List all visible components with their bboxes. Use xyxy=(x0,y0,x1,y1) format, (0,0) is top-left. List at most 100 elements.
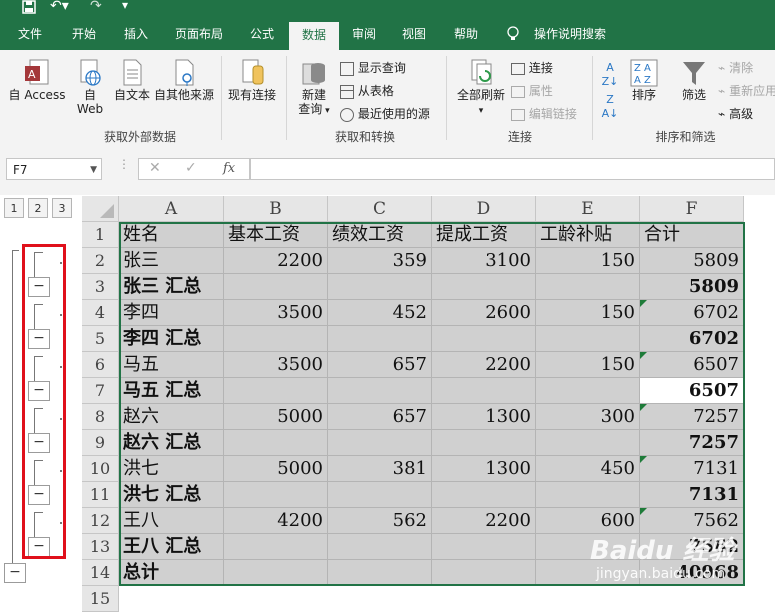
formula-bar-grip-icon[interactable]: ⋮ xyxy=(118,158,130,170)
cell-e3[interactable] xyxy=(536,274,640,300)
cell-e8[interactable]: 300 xyxy=(536,404,640,430)
row-header[interactable]: 4 xyxy=(82,300,119,326)
row-header[interactable]: 2 xyxy=(82,248,119,274)
cell-f9[interactable]: 7257 xyxy=(640,430,744,456)
cell-b10[interactable]: 5000 xyxy=(224,456,328,482)
insert-function-icon[interactable]: fx xyxy=(223,161,235,176)
cell-a8[interactable]: 赵六 xyxy=(119,404,224,430)
cell-c2[interactable]: 359 xyxy=(328,248,432,274)
clear-filter-button[interactable]: ⌁ 清除 xyxy=(718,59,753,76)
error-indicator-icon[interactable] xyxy=(640,404,647,411)
reapply-button[interactable]: ⌁ 重新应用 xyxy=(718,82,775,99)
tab-data[interactable]: 数据 xyxy=(289,22,339,50)
outline-level-1-button[interactable]: 1 xyxy=(4,198,24,218)
column-header-b[interactable]: B xyxy=(224,196,328,222)
cell-f7[interactable]: 6507 xyxy=(640,378,744,404)
cell-d8[interactable]: 1300 xyxy=(432,404,536,430)
formula-input[interactable] xyxy=(250,158,775,180)
cell-a9[interactable]: 赵六 汇总 xyxy=(119,430,224,456)
column-header-e[interactable]: E xyxy=(536,196,640,222)
outline-level-2-button[interactable]: 2 xyxy=(28,198,48,218)
cell-c1[interactable]: 绩效工资 xyxy=(328,222,432,248)
tab-insert[interactable]: 插入 xyxy=(114,18,158,50)
chevron-down-icon[interactable]: ▼ xyxy=(90,159,97,181)
error-indicator-icon[interactable] xyxy=(640,456,647,463)
cell-e5[interactable] xyxy=(536,326,640,352)
cell-c9[interactable] xyxy=(328,430,432,456)
from-web-button[interactable]: 自 Web xyxy=(72,58,108,116)
tab-page-layout[interactable]: 页面布局 xyxy=(166,18,232,50)
cell-a14[interactable]: 总计 xyxy=(119,560,224,586)
cell-a5[interactable]: 李四 汇总 xyxy=(119,326,224,352)
cell-c12[interactable]: 562 xyxy=(328,508,432,534)
properties-button[interactable]: 属性 xyxy=(511,82,553,99)
row-header[interactable]: 7 xyxy=(82,378,119,404)
tab-review[interactable]: 审阅 xyxy=(342,18,386,50)
column-header-c[interactable]: C xyxy=(328,196,432,222)
enter-icon[interactable]: ✓ xyxy=(185,160,197,176)
customize-qat-icon[interactable]: ▾ xyxy=(122,0,128,12)
cell-a1[interactable]: 姓名 xyxy=(119,222,224,248)
row-header[interactable]: 6 xyxy=(82,352,119,378)
connections-button[interactable]: 连接 xyxy=(511,59,553,76)
cell-c3[interactable] xyxy=(328,274,432,300)
cell-c10[interactable]: 381 xyxy=(328,456,432,482)
error-indicator-icon[interactable] xyxy=(640,300,647,307)
tab-view[interactable]: 视图 xyxy=(392,18,436,50)
cell-e7[interactable] xyxy=(536,378,640,404)
cell-f1[interactable]: 合计 xyxy=(640,222,744,248)
from-access-button[interactable]: A 自 Access xyxy=(6,58,68,102)
cell-b8[interactable]: 5000 xyxy=(224,404,328,430)
cell-a12[interactable]: 王八 xyxy=(119,508,224,534)
sort-ascending-button[interactable]: A Z↓ xyxy=(600,60,620,88)
existing-connections-button[interactable]: 现有连接 xyxy=(226,58,278,102)
outline-level-3-button[interactable]: 3 xyxy=(52,198,72,218)
tell-me-search[interactable]: 操作说明搜索 xyxy=(528,18,612,50)
recent-sources-button[interactable]: 最近使用的源 xyxy=(340,105,430,122)
row-header[interactable]: 9 xyxy=(82,430,119,456)
row-header[interactable]: 8 xyxy=(82,404,119,430)
refresh-all-button[interactable]: 全部刷新 ▾ xyxy=(454,58,508,118)
row-header[interactable]: 1 xyxy=(82,222,119,248)
cell-b5[interactable] xyxy=(224,326,328,352)
cancel-icon[interactable]: ✕ xyxy=(149,160,161,176)
cell-a4[interactable]: 李四 xyxy=(119,300,224,326)
row-header[interactable]: 10 xyxy=(82,456,119,482)
from-table-button[interactable]: 从表格 xyxy=(340,82,394,99)
cell-a2[interactable]: 张三 xyxy=(119,248,224,274)
cell-c14[interactable] xyxy=(328,560,432,586)
cell-b12[interactable]: 4200 xyxy=(224,508,328,534)
sort-button[interactable]: Z AA Z 排序 xyxy=(626,58,662,102)
cell-b11[interactable] xyxy=(224,482,328,508)
show-queries-button[interactable]: 显示查询 xyxy=(340,59,406,76)
tab-formulas[interactable]: 公式 xyxy=(240,18,284,50)
tab-home[interactable]: 开始 xyxy=(62,18,106,50)
redo-icon[interactable]: ↷ xyxy=(90,0,102,14)
tab-help[interactable]: 帮助 xyxy=(444,18,488,50)
cell-d1[interactable]: 提成工资 xyxy=(432,222,536,248)
cell-d4[interactable]: 2600 xyxy=(432,300,536,326)
tab-file[interactable]: 文件 xyxy=(8,18,52,50)
cell-a13[interactable]: 王八 汇总 xyxy=(119,534,224,560)
cell-d5[interactable] xyxy=(432,326,536,352)
row-header[interactable]: 13 xyxy=(82,534,119,560)
cell-d6[interactable]: 2200 xyxy=(432,352,536,378)
cell-a11[interactable]: 洪七 汇总 xyxy=(119,482,224,508)
cell-b3[interactable] xyxy=(224,274,328,300)
new-query-button[interactable]: 新建 查询 ▾ xyxy=(294,58,334,118)
cell-e4[interactable]: 150 xyxy=(536,300,640,326)
cell-a3[interactable]: 张三 汇总 xyxy=(119,274,224,300)
cell-d7[interactable] xyxy=(432,378,536,404)
column-header-d[interactable]: D xyxy=(432,196,536,222)
cell-d3[interactable] xyxy=(432,274,536,300)
cell-f10[interactable]: 7131 xyxy=(640,456,744,482)
row-header[interactable]: 14 xyxy=(82,560,119,586)
cell-d9[interactable] xyxy=(432,430,536,456)
cell-b1[interactable]: 基本工资 xyxy=(224,222,328,248)
cell-f2[interactable]: 5809 xyxy=(640,248,744,274)
cell-c13[interactable] xyxy=(328,534,432,560)
cell-d2[interactable]: 3100 xyxy=(432,248,536,274)
row-header[interactable]: 15 xyxy=(82,586,119,612)
cell-f5[interactable]: 6702 xyxy=(640,326,744,352)
cell-b9[interactable] xyxy=(224,430,328,456)
